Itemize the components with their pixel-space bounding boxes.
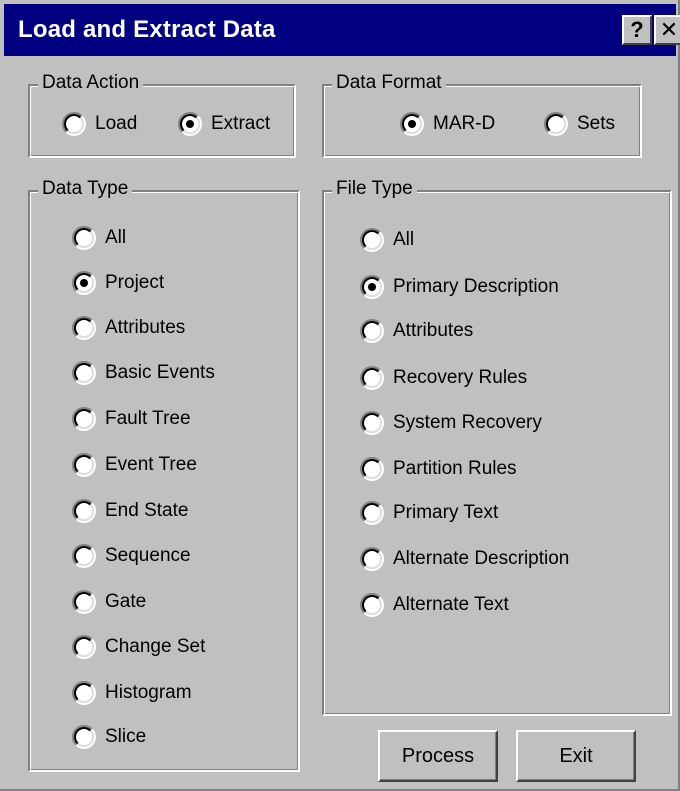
radio-file-type-alternate-text[interactable]: Alternate Text [360,593,509,617]
data-type-group: Data Type All Project Attributes Basic E… [28,178,300,772]
radio-data-type-event-tree-button[interactable] [72,453,96,477]
data-format-label: Data Format [332,72,446,94]
radio-file-type-all-button[interactable] [360,228,384,252]
radio-data-type-gate[interactable]: Gate [72,590,146,614]
radio-file-type-alternate-description[interactable]: Alternate Description [360,547,569,571]
radio-extract-button[interactable] [178,112,202,136]
radio-data-type-sequence-label: Sequence [105,545,191,566]
radio-file-type-partition-rules-label: Partition Rules [393,458,517,479]
radio-file-type-recovery-rules-label: Recovery Rules [393,367,528,388]
radio-file-type-all[interactable]: All [360,228,414,252]
radio-file-type-alternate-description-button[interactable] [360,547,384,571]
radio-data-type-fault-tree-button[interactable] [72,407,96,431]
radio-data-type-basic-events-button[interactable] [72,361,96,385]
radio-file-type-alternate-text-label: Alternate Text [393,594,509,615]
help-button[interactable]: ? [622,15,652,45]
radio-file-type-system-recovery-button[interactable] [360,411,384,435]
radio-data-type-histogram-label: Histogram [105,682,192,703]
radio-data-type-change-set[interactable]: Change Set [72,635,205,659]
radio-data-type-change-set-label: Change Set [105,636,206,657]
radio-load[interactable]: Load [62,112,137,136]
exit-button[interactable]: Exit [516,730,636,782]
radio-selected-dot [368,283,376,291]
radio-file-type-alternate-description-label: Alternate Description [393,548,570,569]
data-action-label: Data Action [38,72,144,94]
radio-data-type-end-state-button[interactable] [72,499,96,523]
radio-extract[interactable]: Extract [178,112,270,136]
radio-data-type-sequence-button[interactable] [72,544,96,568]
radio-file-type-all-label: All [393,229,415,250]
radio-data-type-fault-tree[interactable]: Fault Tree [72,407,191,431]
dialog-window: Load and Extract Data ? ✕ Data Action Lo… [0,0,680,791]
radio-data-type-attributes-button[interactable] [72,316,96,340]
radio-data-type-event-tree-label: Event Tree [105,454,197,475]
data-type-label: Data Type [38,178,133,200]
radio-data-type-slice-label: Slice [105,726,147,747]
radio-data-type-fault-tree-label: Fault Tree [105,408,191,429]
radio-data-type-all[interactable]: All [72,226,126,250]
process-button[interactable]: Process [378,730,498,782]
radio-data-type-slice[interactable]: Slice [72,725,146,749]
radio-load-button[interactable] [62,112,86,136]
radio-file-type-primary-text-button[interactable] [360,501,384,525]
radio-data-type-attributes[interactable]: Attributes [72,316,185,340]
radio-data-type-end-state-label: End State [105,500,189,521]
radio-file-type-partition-rules-button[interactable] [360,457,384,481]
window-title: Load and Extract Data [18,16,276,43]
radio-file-type-primary-text[interactable]: Primary Text [360,501,498,525]
radio-data-type-end-state[interactable]: End State [72,499,188,523]
radio-data-type-sequence[interactable]: Sequence [72,544,191,568]
radio-mar-d-label: MAR-D [433,113,496,134]
radio-sets-button[interactable] [544,112,568,136]
radio-data-type-project[interactable]: Project [72,271,164,295]
radio-file-type-primary-description[interactable]: Primary Description [360,275,559,299]
radio-data-type-all-label: All [105,227,127,248]
radio-mar-d[interactable]: MAR-D [400,112,495,136]
data-format-group: Data Format MAR-D Sets [322,72,642,158]
radio-extract-label: Extract [211,113,271,134]
radio-mar-d-button[interactable] [400,112,424,136]
data-action-group: Data Action Load Extract [28,72,296,158]
radio-file-type-primary-description-label: Primary Description [393,276,559,297]
radio-data-type-gate-label: Gate [105,591,147,612]
radio-file-type-system-recovery-label: System Recovery [393,412,542,433]
file-type-label: File Type [332,178,417,200]
radio-file-type-primary-description-button[interactable] [360,275,384,299]
radio-load-label: Load [95,113,138,134]
radio-file-type-recovery-rules-button[interactable] [360,366,384,390]
radio-file-type-attributes-label: Attributes [393,320,474,341]
radio-data-type-basic-events[interactable]: Basic Events [72,361,215,385]
close-button[interactable]: ✕ [654,15,680,45]
radio-file-type-attributes[interactable]: Attributes [360,319,473,343]
radio-data-type-project-label: Project [105,272,165,293]
radio-data-type-attributes-label: Attributes [105,317,186,338]
radio-sets-label: Sets [577,113,616,134]
radio-file-type-recovery-rules[interactable]: Recovery Rules [360,366,527,390]
radio-data-type-project-button[interactable] [72,271,96,295]
radio-data-type-gate-button[interactable] [72,590,96,614]
radio-selected-dot [408,120,416,128]
radio-file-type-attributes-button[interactable] [360,319,384,343]
radio-data-type-basic-events-label: Basic Events [105,362,215,383]
radio-sets[interactable]: Sets [544,112,615,136]
radio-data-type-histogram-button[interactable] [72,681,96,705]
radio-data-type-event-tree[interactable]: Event Tree [72,453,197,477]
title-bar[interactable]: Load and Extract Data ? ✕ [4,4,680,56]
radio-data-type-slice-button[interactable] [72,725,96,749]
radio-file-type-system-recovery[interactable]: System Recovery [360,411,542,435]
radio-data-type-all-button[interactable] [72,226,96,250]
radio-data-type-change-set-button[interactable] [72,635,96,659]
radio-selected-dot [80,279,88,287]
file-type-group: File Type All Primary Description Attrib… [322,178,672,716]
radio-file-type-alternate-text-button[interactable] [360,593,384,617]
radio-file-type-primary-text-label: Primary Text [393,502,499,523]
radio-selected-dot [186,120,194,128]
radio-data-type-histogram[interactable]: Histogram [72,681,192,705]
radio-file-type-partition-rules[interactable]: Partition Rules [360,457,517,481]
